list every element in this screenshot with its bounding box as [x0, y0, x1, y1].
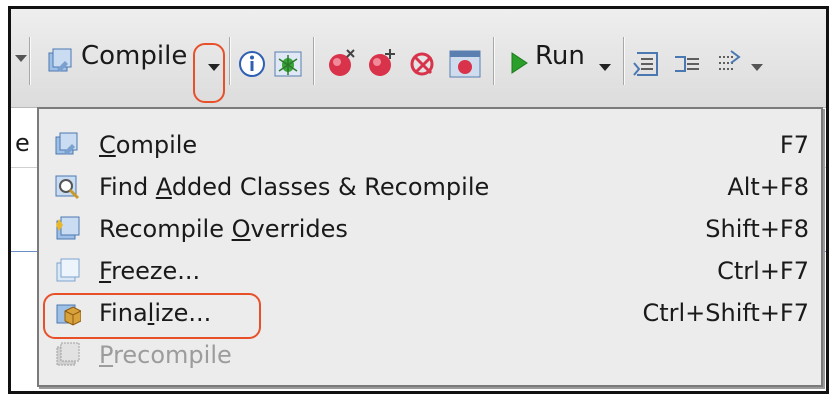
menu-item-recompile-overrides[interactable]: Recompile Overrides Shift+F8 — [39, 209, 821, 251]
compile-dropdown-highlight — [193, 43, 225, 103]
compile-icon — [55, 132, 78, 155]
run-button[interactable]: Run — [501, 33, 641, 91]
menu-item-freeze[interactable]: Freeze... Ctrl+F7 — [39, 251, 821, 293]
compile-dropdown-menu: Compile F7 Find Added Classes & Recompil… — [37, 107, 823, 387]
recompile-overrides-icon — [56, 216, 80, 240]
run-dropdown-caret-icon[interactable] — [599, 64, 611, 71]
find-compile-icon — [55, 175, 80, 200]
overflow-caret-icon[interactable] — [15, 55, 27, 62]
toolbar-separator — [229, 37, 231, 85]
menu-item-shortcut: Ctrl+F7 — [717, 257, 809, 285]
step-out-icon[interactable] — [711, 49, 743, 79]
menu-item-shortcut: Ctrl+Shift+F7 — [642, 299, 809, 327]
toolbar: Compile Run — [11, 9, 826, 108]
toolbar-separator — [493, 37, 495, 85]
toolbar-separator — [623, 37, 625, 85]
menu-item-shortcut: Shift+F8 — [705, 215, 809, 243]
step-into-icon[interactable] — [671, 49, 703, 79]
toolbar-separator — [313, 37, 315, 85]
finalize-highlight — [43, 293, 261, 339]
run-button-label: Run — [535, 41, 585, 71]
menu-item-compile[interactable]: Compile F7 — [39, 125, 821, 167]
debug-icon[interactable] — [273, 49, 303, 79]
menu-item-shortcut: Alt+F8 — [727, 173, 809, 201]
menu-item-label: Precompile — [99, 341, 232, 369]
step-over-icon[interactable] — [631, 49, 663, 79]
breakpoint-add-icon[interactable] — [365, 47, 399, 79]
play-icon — [511, 52, 528, 74]
menu-item-find-added-classes[interactable]: Find Added Classes & Recompile Alt+F8 — [39, 167, 821, 209]
breakpoint-remove-icon[interactable] — [407, 47, 441, 79]
compile-button[interactable]: Compile — [33, 33, 203, 91]
menu-item-label: Recompile Overrides — [99, 215, 348, 243]
editor-partial-text: e — [15, 129, 30, 157]
menu-item-label: Freeze... — [99, 257, 201, 285]
menu-item-precompile: Precompile — [39, 335, 821, 377]
menu-item-label: Find Added Classes & Recompile — [99, 173, 490, 201]
window-frame: Compile Run e Compile F7 Find Added Clas… — [8, 6, 829, 394]
menu-item-label: Compile — [99, 131, 198, 159]
stop-icon[interactable] — [449, 49, 481, 79]
more-caret-icon[interactable] — [751, 64, 763, 71]
breakpoint-icon[interactable] — [323, 47, 357, 79]
freeze-icon — [56, 258, 80, 282]
menu-item-shortcut: F7 — [779, 131, 809, 159]
info-icon[interactable] — [237, 49, 267, 79]
precompile-icon — [56, 342, 80, 366]
compile-icon — [48, 48, 72, 72]
compile-button-label: Compile — [81, 41, 188, 71]
toolbar-separator — [29, 37, 31, 85]
